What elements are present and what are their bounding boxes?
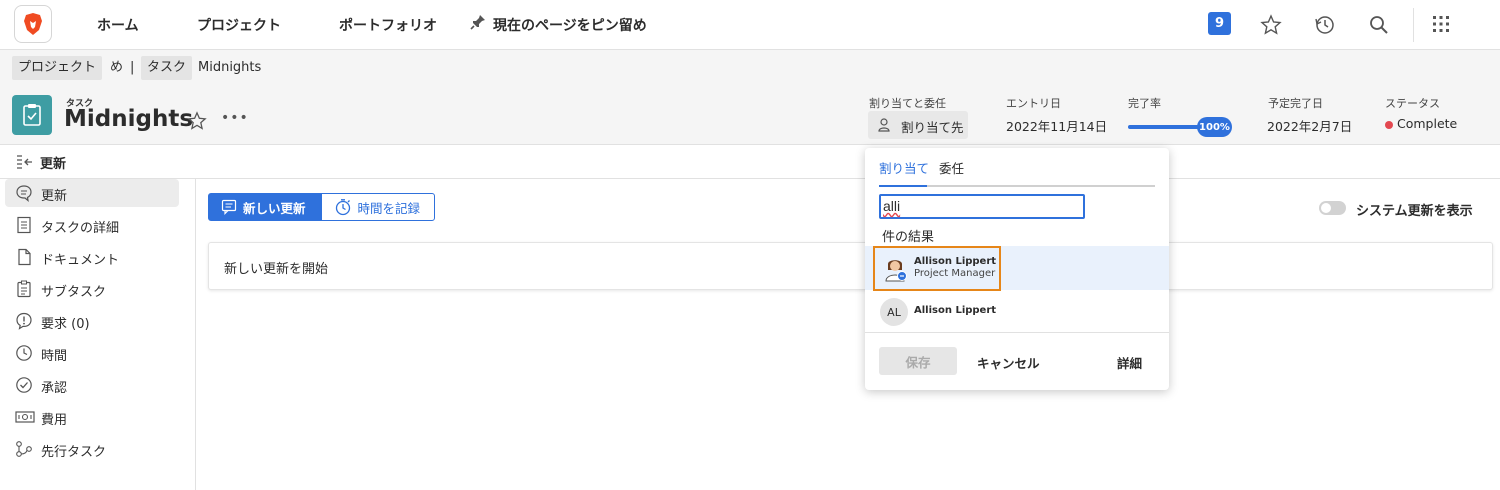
sidebar-item-label: 時間 (41, 349, 68, 364)
sidebar-item-label: サブタスク (41, 285, 107, 300)
page-title: Midnights (64, 106, 194, 132)
new-update-label: 新しい更新 (243, 200, 306, 216)
predecessor-icon (16, 441, 32, 457)
sidebar-item-label: 費用 (41, 413, 68, 428)
sidebar-item-time[interactable]: 時間 (5, 339, 179, 367)
result-name: Allison Lippert (914, 256, 997, 267)
more-options-button[interactable]: ••• (221, 110, 249, 126)
sidebar-item-label: 更新 (41, 189, 68, 204)
sidebar-item-expenses[interactable]: 費用 (5, 403, 179, 431)
user-initials-avatar: AL (880, 298, 908, 326)
new-update-button[interactable]: 新しい更新 (208, 193, 321, 221)
result-row[interactable] (865, 294, 1169, 330)
pin-icon[interactable] (469, 13, 487, 31)
breadcrumb-task-name: Midnights (198, 60, 262, 75)
sidebar-item-predecessors[interactable]: 先行タスク (5, 435, 179, 463)
sidebar-item-subtasks[interactable]: サブタスク (5, 275, 179, 303)
tab-active-indicator (879, 185, 927, 187)
sidebar-item-approvals[interactable]: 承認 (5, 371, 179, 399)
checklist-icon (17, 280, 31, 298)
new-update-input[interactable]: 新しい更新を開始 (208, 242, 1493, 290)
chat-bubble-icon (16, 185, 32, 202)
clipboard-check-icon (23, 104, 41, 126)
favorite-star-icon[interactable] (187, 111, 207, 131)
tab-delegate[interactable]: 委任 (939, 158, 964, 177)
history-icon[interactable] (1314, 14, 1336, 36)
nav-pin-page[interactable]: 現在のページをピン留め (493, 15, 647, 35)
left-sidebar: 更新 タスクの詳細 ドキュメント サブタスク 要求 (0) 時間 承認 費用 先… (0, 179, 196, 490)
status-value[interactable]: Complete (1397, 116, 1457, 131)
nav-portfolios[interactable]: ポートフォリオ (339, 15, 437, 35)
nav-divider (1413, 8, 1414, 42)
nav-projects[interactable]: プロジェクト (197, 15, 281, 35)
lion-logo-icon (24, 13, 42, 35)
assignment-popover: 割り当て 委任 alli 件の結果 Allison Lippert Projec… (865, 148, 1169, 390)
notifications-badge[interactable]: 9 (1208, 12, 1231, 35)
sidebar-item-label: ドキュメント (41, 253, 120, 268)
new-update-placeholder: 新しい更新を開始 (224, 262, 329, 277)
due-date-value: 2022年2月7日 (1267, 119, 1353, 134)
save-button[interactable]: 保存 (879, 347, 957, 375)
details-button[interactable]: 詳細 (1117, 353, 1142, 372)
assign-button[interactable]: 割り当て先 (868, 111, 968, 139)
sidebar-item-label: 要求 (0) (41, 317, 90, 332)
breadcrumb-project-chip[interactable]: プロジェクト (12, 56, 103, 80)
money-icon (15, 411, 35, 423)
due-date-label: 予定完了日 (1268, 97, 1323, 110)
progress-value: 100% (1197, 117, 1232, 137)
file-icon (18, 248, 31, 266)
result-name: Allison Lippert (914, 305, 997, 316)
collapse-panel-icon[interactable] (16, 154, 34, 170)
clock-icon (16, 345, 32, 361)
page-header: プロジェクト め | タスク Midnights タスク Midnights •… (0, 50, 1500, 145)
tab-assign[interactable]: 割り当て (879, 158, 929, 177)
task-type-icon (12, 95, 52, 135)
breadcrumb-task-chip[interactable]: タスク (141, 56, 193, 80)
cancel-button[interactable]: キャンセル (977, 353, 1040, 372)
search-icon[interactable] (1368, 14, 1390, 36)
entry-date-value: 2022年11月14日 (1006, 119, 1108, 134)
update-mode-tabs: 新しい更新 時間を記録 (208, 193, 436, 221)
breadcrumb-separator: | (130, 60, 135, 75)
sidebar-item-documents[interactable]: ドキュメント (5, 243, 179, 271)
system-updates-label: システム更新を表示 (1356, 204, 1473, 219)
chat-lines-icon (221, 199, 237, 215)
percent-complete-label: 完了率 (1128, 97, 1161, 110)
sidebar-item-requests[interactable]: 要求 (0) (5, 307, 179, 335)
user-avatar-icon (885, 260, 907, 282)
assign-button-label: 割り当て先 (901, 120, 964, 135)
apps-grid-icon[interactable] (1431, 14, 1451, 34)
sidebar-item-label: 承認 (41, 381, 68, 396)
entry-date-label: エントリ日 (1006, 97, 1061, 110)
sidebar-item-task-details[interactable]: タスクの詳細 (5, 211, 179, 239)
sidebar-item-label: タスクの詳細 (41, 221, 120, 236)
breadcrumb-project-name[interactable]: め (110, 56, 123, 80)
log-time-label: 時間を記録 (357, 200, 421, 216)
nav-home[interactable]: ホーム (97, 15, 139, 35)
log-time-button[interactable]: 時間を記録 (320, 193, 436, 221)
check-circle-icon (16, 377, 32, 393)
stopwatch-icon (335, 199, 350, 216)
section-header: 更新 (0, 145, 1500, 179)
star-icon[interactable] (1260, 14, 1282, 36)
system-updates-toggle[interactable] (1319, 201, 1346, 215)
assignee-search-input[interactable]: alli (879, 194, 1085, 219)
sidebar-item-label: 先行タスク (41, 445, 107, 460)
status-dot (1385, 121, 1393, 129)
top-navigation: ホーム プロジェクト ポートフォリオ 現在のページをピン留め 9 (0, 0, 1500, 50)
result-role: Project Manager (914, 268, 996, 279)
search-input-value: alli (883, 198, 901, 214)
app-logo[interactable] (14, 5, 52, 43)
status-label: ステータス (1385, 97, 1440, 110)
user-icon (878, 118, 890, 132)
sidebar-item-updates[interactable]: 更新 (5, 179, 179, 207)
document-lines-icon (17, 216, 31, 234)
alert-bubble-icon (16, 312, 32, 330)
section-title: 更新 (40, 157, 67, 172)
popup-divider (865, 332, 1169, 333)
assign-label: 割り当てと委任 (869, 97, 946, 110)
results-heading: 件の結果 (882, 230, 935, 245)
